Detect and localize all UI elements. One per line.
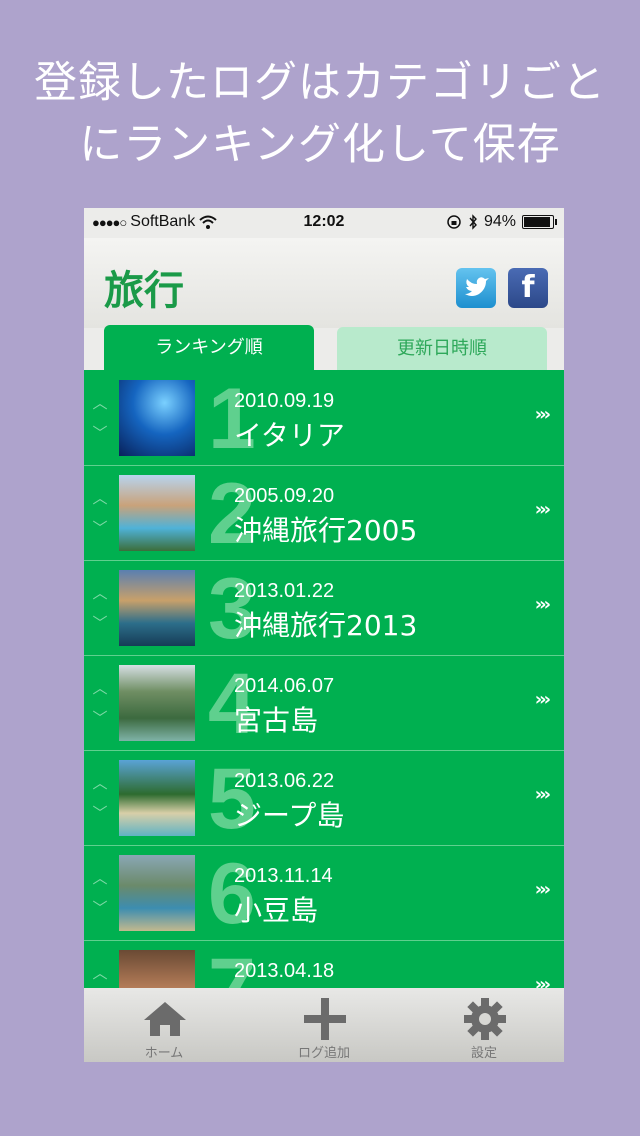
sort-up-icon: ︿ (92, 489, 108, 507)
disclosure-chevron-icon: ››› (534, 974, 551, 988)
home-icon (144, 1002, 186, 1036)
log-thumbnail (119, 475, 195, 551)
sort-up-icon: ︿ (92, 679, 108, 697)
log-thumbnail (119, 760, 195, 836)
sort-down-icon: ﹀ (92, 424, 108, 442)
twitter-icon (465, 277, 489, 296)
list-item[interactable]: ︿ ﹀ 1 2010.09.19 イタリア ››› (84, 370, 564, 466)
tab-home[interactable]: ホーム (84, 988, 244, 1062)
log-thumbnail (119, 855, 195, 931)
log-date: 2005.09.20 (234, 485, 335, 507)
sort-up-icon: ︿ (92, 869, 108, 887)
facebook-icon: f (521, 270, 535, 305)
battery-percent: 94% (483, 213, 516, 230)
tab-settings-label: 設定 (470, 1046, 497, 1061)
twitter-share-button[interactable] (456, 268, 496, 308)
log-name: 沖縄旅行2013 (234, 609, 418, 642)
log-name: 宮古島 (234, 704, 319, 737)
tab-add-log[interactable]: ログ追加 (244, 988, 404, 1062)
ranking-list: ︿ ﹀ 1 2010.09.19 イタリア ››› ︿ ﹀ 2 2005.09.20 沖縄旅行200… (84, 370, 564, 988)
log-thumbnail (119, 380, 195, 456)
disclosure-chevron-icon: ››› (534, 784, 551, 805)
log-name: 小豆島 (234, 894, 319, 927)
log-date: 2013.11.14 (234, 865, 333, 887)
category-header: 旅行 f (84, 238, 564, 328)
list-item[interactable]: ︿ ﹀ 2 2005.09.20 沖縄旅行2005 ››› (84, 465, 564, 561)
disclosure-chevron-icon: ››› (534, 879, 551, 900)
sort-down-icon: ﹀ (92, 804, 108, 822)
list-item[interactable]: ︿ ﹀ 4 2014.06.07 宮古島 ››› (84, 655, 564, 751)
reorder-handle[interactable]: ︿﹀ (90, 863, 110, 923)
bottom-tab-bar: ホーム ログ追加 設定 (84, 988, 564, 1062)
list-item[interactable]: ︿﹀72013.04.18››› (84, 940, 564, 988)
reorder-handle[interactable]: ︿﹀ (90, 578, 110, 638)
sort-down-icon: ﹀ (92, 614, 108, 632)
disclosure-chevron-icon: ››› (534, 689, 551, 710)
disclosure-chevron-icon: ››› (534, 404, 551, 425)
log-name: 沖縄旅行2005 (234, 514, 418, 547)
log-date: 2013.06.22 (234, 770, 335, 792)
reorder-handle[interactable]: ︿﹀ (90, 768, 110, 828)
log-thumbnail (119, 950, 195, 988)
list-item[interactable]: ︿ ﹀ 5 2013.06.22 ジープ島 ››› (84, 750, 564, 846)
list-item[interactable]: ︿ ﹀ 6 2013.11.14 小豆島 ››› (84, 845, 564, 941)
log-date: 2014.06.07 (234, 675, 335, 697)
tab-home-label: ホーム (144, 1046, 184, 1061)
log-name: イタリア (234, 419, 345, 452)
log-date: 2010.09.19 (234, 390, 335, 412)
sort-up-icon: ︿ (92, 394, 108, 412)
gear-icon (464, 998, 506, 1040)
log-thumbnail (119, 665, 195, 741)
reorder-handle[interactable]: ︿﹀ (90, 673, 110, 733)
phone-screen: ●●●●○ SoftBank 12:02 94% 旅行 f ランキング順 更新日… (84, 208, 564, 1062)
sort-down-icon: ﹀ (92, 709, 108, 727)
log-name: ジープ島 (234, 799, 345, 832)
rotation-lock-icon (447, 215, 461, 229)
disclosure-chevron-icon: ››› (534, 499, 551, 520)
status-bar: ●●●●○ SoftBank 12:02 94% (84, 208, 564, 238)
sort-up-icon: ︿ (92, 774, 108, 792)
promo-line-1: 登録したログはカテゴリごと (34, 58, 606, 108)
sort-down-icon: ﹀ (92, 899, 108, 917)
reorder-handle[interactable]: ︿﹀ (90, 483, 110, 543)
log-date: 2013.01.22 (234, 580, 335, 602)
sort-up-icon: ︿ (92, 584, 108, 602)
tab-add-log-label: ログ追加 (297, 1046, 350, 1061)
list-item[interactable]: ︿ ﹀ 3 2013.01.22 沖縄旅行2013 ››› (84, 560, 564, 656)
page-title: 旅行 (104, 268, 184, 314)
tab-ranking[interactable]: ランキング順 (104, 325, 314, 370)
sort-up-icon: ︿ (92, 964, 108, 982)
tab-settings[interactable]: 設定 (404, 988, 564, 1062)
battery-icon (522, 215, 557, 229)
reorder-handle[interactable]: ︿﹀ (90, 388, 110, 448)
sort-down-icon: ﹀ (92, 519, 108, 537)
promo-line-2: にランキング化して保存 (79, 120, 561, 170)
log-date: 2013.04.18 (234, 960, 335, 982)
disclosure-chevron-icon: ››› (534, 594, 551, 615)
facebook-share-button[interactable]: f (508, 268, 548, 308)
bluetooth-icon (469, 214, 477, 230)
promo-caption: 登録したログはカテゴリごと にランキング化して保存 (0, 52, 640, 176)
reorder-handle[interactable]: ︿﹀ (90, 958, 110, 988)
plus-icon (304, 998, 346, 1040)
log-thumbnail (119, 570, 195, 646)
tab-updated-date[interactable]: 更新日時順 (337, 327, 547, 370)
